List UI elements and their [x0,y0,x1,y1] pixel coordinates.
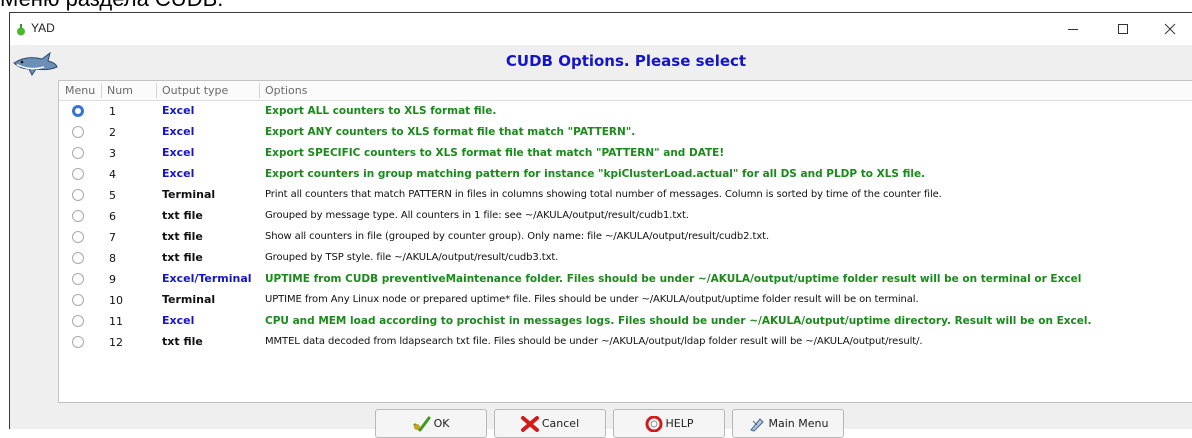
menu-radio[interactable] [72,252,84,264]
row-output-type: txt file [162,335,203,348]
row-output-type: Excel [162,167,195,180]
ok-button[interactable]: OK [375,409,487,438]
row-output-type: txt file [162,251,203,264]
menu-radio[interactable] [72,105,84,117]
ok-button-label: OK [433,417,450,430]
column-header-menu[interactable]: Menu [65,84,95,97]
row-output-type: Excel/Terminal [162,272,252,285]
options-list: Menu Num Output type Options 1 Excel Expor… [58,80,1192,403]
menu-radio[interactable] [72,294,84,306]
row-output-type: txt file [162,209,203,222]
table-row[interactable]: 5 Terminal Print all counters that match P… [59,186,1192,207]
shark-mascot-icon [13,51,58,76]
dialog-title: CUDB Options. Please select [505,52,747,70]
row-option: Print all counters that match PATTERN in… [265,189,942,200]
row-num: 9 [109,273,116,286]
table-row[interactable]: 1 Excel Export ALL counters to XLS format … [59,102,1192,123]
column-separator[interactable] [259,83,260,98]
main-menu-icon [749,417,764,432]
row-num: 8 [109,252,116,265]
menu-radio[interactable] [72,189,84,201]
ok-check-icon [413,416,431,431]
row-option: Export counters in group matching patter… [265,168,926,180]
help-lifebuoy-icon [645,415,662,432]
menu-radio[interactable] [72,126,84,138]
minimize-icon [1068,29,1078,30]
row-option: CPU and MEM load according to prochist i… [265,315,1092,327]
row-num: 12 [109,336,123,349]
row-num: 4 [109,168,116,181]
cancel-x-icon [520,415,539,432]
table-row[interactable]: 12 txt file MMTEL data decoded from ldapse… [59,333,1192,354]
row-output-type: txt file [162,230,203,243]
help-button[interactable]: HELP [613,409,725,438]
maximize-button[interactable] [1100,13,1146,45]
row-option: Show all counters in file (grouped by co… [265,231,770,242]
list-header: Menu Num Output type Options [59,81,1192,101]
table-row[interactable]: 9 Excel/Terminal UPTIME from CUDB preventi… [59,270,1192,291]
menu-radio[interactable] [72,231,84,243]
page-caption: Меню раздела CUDB. [0,0,223,10]
table-row[interactable]: 8 txt file Grouped by TSP style. file ~/AK… [59,249,1192,270]
column-separator[interactable] [101,83,102,98]
window-title: YAD [31,21,55,35]
cancel-button-label: Cancel [541,417,580,430]
row-option: Grouped by message type. All counters in… [265,210,689,221]
row-num: 11 [109,315,123,328]
row-option: UPTIME from CUDB preventiveMaintenance f… [265,273,1082,285]
table-row[interactable]: 3 Excel Export SPECIFIC counters to XLS fo… [59,144,1192,165]
minimize-button[interactable] [1050,13,1096,45]
main-menu-button-label: Main Menu [768,417,829,430]
row-option: Export ALL counters to XLS format file. [265,105,497,117]
row-output-type: Excel [162,125,195,138]
row-option: Export SPECIFIC counters to XLS format f… [265,147,725,159]
table-row[interactable]: 11 Excel CPU and MEM load according to pro… [59,312,1192,333]
table-row[interactable]: 6 txt file Grouped by message type. All co… [59,207,1192,228]
menu-radio[interactable] [72,147,84,159]
table-row[interactable]: 10 Terminal UPTIME from Any Linux node or … [59,291,1192,312]
row-output-type: Terminal [162,293,216,306]
row-num: 6 [109,210,116,223]
row-output-type: Excel [162,314,195,327]
row-num: 1 [109,105,116,118]
row-option: UPTIME from Any Linux node or prepared u… [265,294,919,305]
row-num: 7 [109,231,116,244]
maximize-icon [1118,24,1128,34]
menu-radio[interactable] [72,168,84,180]
row-num: 5 [109,189,116,202]
title-bar[interactable]: YAD [10,13,1192,45]
menu-radio[interactable] [72,210,84,222]
close-icon [1164,23,1176,35]
row-option: MMTEL data decoded from ldapsearch txt f… [265,336,923,347]
row-num: 3 [109,147,116,160]
help-button-label: HELP [665,417,694,430]
table-row[interactable]: 2 Excel Export ANY counters to XLS format … [59,123,1192,144]
row-output-type: Excel [162,146,195,159]
main-menu-button[interactable]: Main Menu [732,409,844,438]
row-num: 2 [109,126,116,139]
yad-window: YAD CUDB Options. Please select Menu Num… [9,12,1192,438]
column-header-output-type[interactable]: Output type [162,84,228,97]
column-separator[interactable] [156,83,157,98]
column-header-num[interactable]: Num [107,84,133,97]
row-output-type: Excel [162,104,195,117]
app-icon [17,24,25,36]
menu-radio[interactable] [72,315,84,327]
table-row[interactable]: 7 txt file Show all counters in file (grou… [59,228,1192,249]
menu-radio[interactable] [72,273,84,285]
close-button[interactable] [1147,13,1192,45]
column-header-options[interactable]: Options [265,84,307,97]
menu-radio[interactable] [72,336,84,348]
row-num: 10 [109,294,123,307]
row-option: Grouped by TSP style. file ~/AKULA/outpu… [265,252,559,263]
dialog-content: CUDB Options. Please select Menu Num Out… [10,45,1192,438]
row-output-type: Terminal [162,188,216,201]
row-option: Export ANY counters to XLS format file t… [265,126,636,138]
cancel-button[interactable]: Cancel [494,409,606,438]
table-row[interactable]: 4 Excel Export counters in group matching … [59,165,1192,186]
